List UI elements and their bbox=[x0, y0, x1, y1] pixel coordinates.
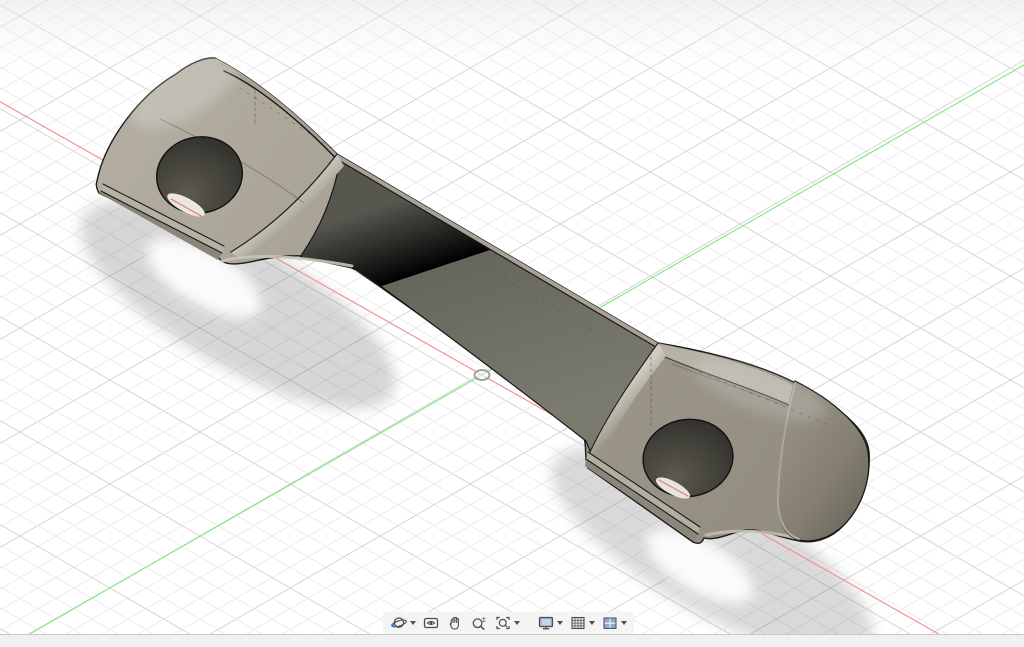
origin-marker bbox=[475, 370, 490, 380]
fit-button[interactable] bbox=[493, 613, 521, 633]
look-at-icon bbox=[422, 614, 440, 632]
navigation-toolbar: ± bbox=[383, 612, 634, 634]
pan-button[interactable] bbox=[445, 613, 465, 633]
zoom-button[interactable]: ± bbox=[469, 613, 489, 633]
display-settings-button[interactable] bbox=[536, 613, 564, 633]
timeline-strip bbox=[0, 634, 1024, 647]
chevron-down-icon bbox=[621, 621, 627, 625]
chevron-down-icon bbox=[589, 621, 595, 625]
chevron-down-icon bbox=[410, 621, 416, 625]
chevron-down-icon bbox=[557, 621, 563, 625]
orbit-icon bbox=[390, 614, 408, 632]
look-at-button[interactable] bbox=[421, 613, 441, 633]
svg-text:±: ± bbox=[482, 615, 487, 624]
grid-snaps-button[interactable] bbox=[568, 613, 596, 633]
model-canvas[interactable] bbox=[0, 0, 1024, 647]
grid-snaps-icon bbox=[569, 614, 587, 632]
orbit-button[interactable] bbox=[389, 613, 417, 633]
pan-icon bbox=[446, 614, 464, 632]
display-settings-icon bbox=[537, 614, 555, 632]
chevron-down-icon bbox=[514, 621, 520, 625]
viewports-button[interactable] bbox=[600, 613, 628, 633]
fit-icon bbox=[494, 614, 512, 632]
viewports-icon bbox=[601, 614, 619, 632]
cad-viewport[interactable]: ± bbox=[0, 0, 1024, 647]
zoom-icon: ± bbox=[470, 614, 488, 632]
